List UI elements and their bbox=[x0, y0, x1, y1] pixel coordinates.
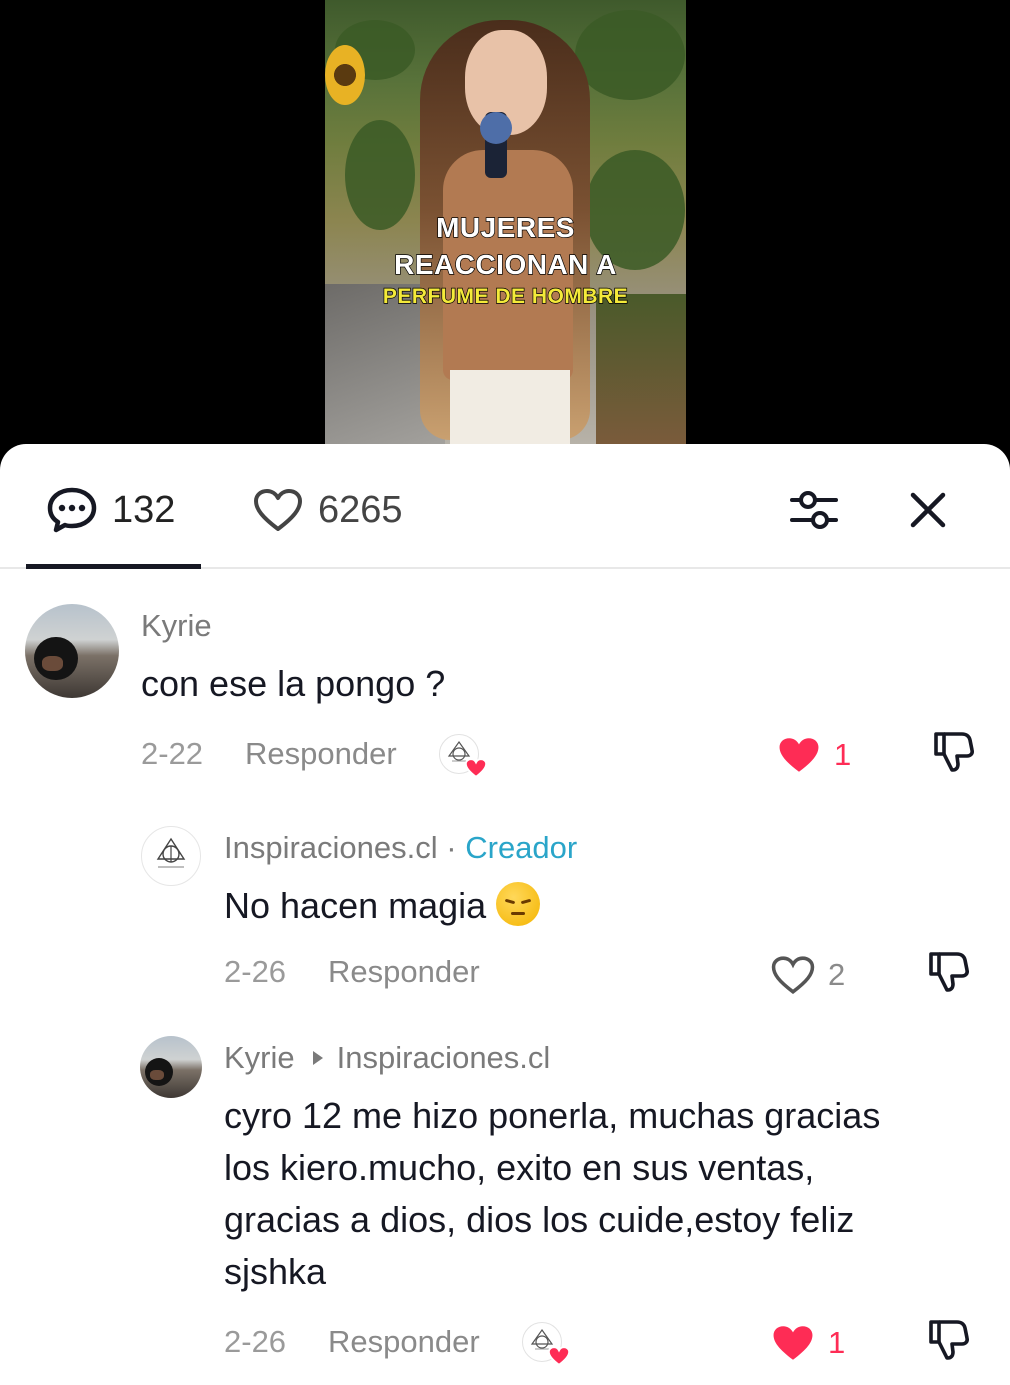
reply-date: 2-26 bbox=[224, 954, 287, 989]
close-icon bbox=[910, 492, 946, 528]
reply-to-username[interactable]: Inspiraciones.cl bbox=[337, 1040, 551, 1075]
reply-text-line-3: gracias a dios, dios los cuide,estoy fel… bbox=[224, 1199, 855, 1240]
avatar-visor bbox=[149, 1070, 164, 1080]
dislike-button[interactable] bbox=[930, 728, 976, 779]
video-thumbnail[interactable]: MUJERES REACCIONAN A PERFUME DE HOMBRE bbox=[325, 0, 686, 444]
reply-meta: 2-26 Responder bbox=[224, 954, 480, 990]
close-button[interactable] bbox=[902, 484, 954, 536]
liked-by-creator-badge bbox=[438, 734, 487, 778]
avatar-visor bbox=[41, 655, 63, 671]
thumbs-down-icon bbox=[934, 732, 974, 772]
separator-dot: · bbox=[446, 830, 457, 865]
comment-date: 2-22 bbox=[141, 736, 204, 771]
reply-button[interactable]: Responder bbox=[245, 736, 397, 772]
comments-count: 132 bbox=[112, 488, 176, 531]
sunflower bbox=[325, 45, 365, 105]
video-caption-line-2: REACCIONAN A bbox=[393, 248, 617, 280]
reply-meta: 2-26 Responder bbox=[224, 1322, 570, 1366]
comments-sheet: 132 6265 Kyrie con ese la pongo ? 2-22 R… bbox=[0, 444, 1010, 1385]
like-button[interactable]: 2 bbox=[770, 954, 845, 996]
comments-header: 132 6265 bbox=[0, 444, 1010, 569]
likes-count: 6265 bbox=[318, 488, 403, 531]
video-area[interactable]: MUJERES REACCIONAN A PERFUME DE HOMBRE bbox=[0, 0, 1010, 470]
person-pants bbox=[450, 370, 570, 444]
pensive-face-icon bbox=[496, 882, 541, 926]
reply-username[interactable]: Inspiraciones.cl bbox=[224, 830, 438, 865]
video-caption-line-1: MUJERES bbox=[435, 211, 575, 243]
heart-icon bbox=[547, 1346, 570, 1366]
thumbs-down-icon bbox=[929, 1320, 969, 1360]
liked-by-creator-badge bbox=[521, 1322, 570, 1366]
reply-text: No hacen magia bbox=[224, 885, 487, 926]
microphone-head bbox=[480, 112, 512, 144]
reply-button[interactable]: Responder bbox=[328, 1324, 480, 1360]
brand-logo-icon bbox=[156, 837, 186, 868]
heart-filled-icon bbox=[779, 738, 819, 772]
creator-avatar[interactable] bbox=[141, 826, 201, 886]
reply-text-line-1: cyro 12 me hizo ponerla, muchas gracias bbox=[224, 1095, 881, 1136]
tab-likes[interactable]: 6265 bbox=[252, 488, 403, 532]
reply-username-line: Inspiraciones.cl · Creador bbox=[224, 830, 577, 866]
comment-bubble-icon bbox=[47, 487, 97, 533]
reply-button[interactable]: Responder bbox=[328, 954, 480, 990]
heart-outline-icon bbox=[771, 956, 815, 995]
dislike-button[interactable] bbox=[925, 948, 971, 999]
reply-date: 2-26 bbox=[224, 1324, 287, 1359]
reply-username-line: Kyrie Inspiraciones.cl bbox=[224, 1040, 550, 1076]
sliders-icon bbox=[790, 491, 838, 529]
reply-to-arrow-icon bbox=[312, 1051, 323, 1066]
like-count: 1 bbox=[828, 1325, 846, 1360]
avatar[interactable] bbox=[25, 604, 119, 698]
reply-text-line-4: sjshka bbox=[224, 1251, 327, 1292]
planter bbox=[596, 294, 686, 444]
comment-text: con ese la pongo ? bbox=[141, 663, 446, 704]
reply-text-line: No hacen magia bbox=[224, 880, 541, 932]
tab-comments[interactable]: 132 bbox=[46, 487, 176, 533]
heart-filled-icon bbox=[773, 1326, 813, 1360]
like-button[interactable]: 1 bbox=[776, 734, 851, 776]
like-count: 2 bbox=[828, 957, 846, 992]
reply-username[interactable]: Kyrie bbox=[224, 1040, 295, 1075]
reply-text: cyro 12 me hizo ponerla, muchas gracias … bbox=[224, 1090, 880, 1298]
heart-icon bbox=[464, 758, 487, 778]
thumbs-down-icon bbox=[929, 952, 969, 992]
like-button[interactable]: 1 bbox=[770, 1322, 845, 1364]
creator-label: Creador bbox=[465, 830, 578, 865]
dislike-button[interactable] bbox=[925, 1316, 971, 1367]
tab-underline bbox=[26, 564, 201, 569]
video-caption-line-3: PERFUME DE HOMBRE bbox=[382, 284, 629, 308]
foliage bbox=[575, 10, 685, 100]
reply-text-line-2: los kiero.mucho, exito en sus ventas, bbox=[224, 1147, 815, 1188]
like-count: 1 bbox=[834, 737, 852, 772]
filter-button[interactable] bbox=[788, 484, 840, 536]
comment-username[interactable]: Kyrie bbox=[141, 608, 212, 644]
avatar[interactable] bbox=[140, 1036, 202, 1098]
comment-meta: 2-22 Responder bbox=[141, 734, 487, 778]
heart-outline-icon bbox=[254, 489, 302, 531]
